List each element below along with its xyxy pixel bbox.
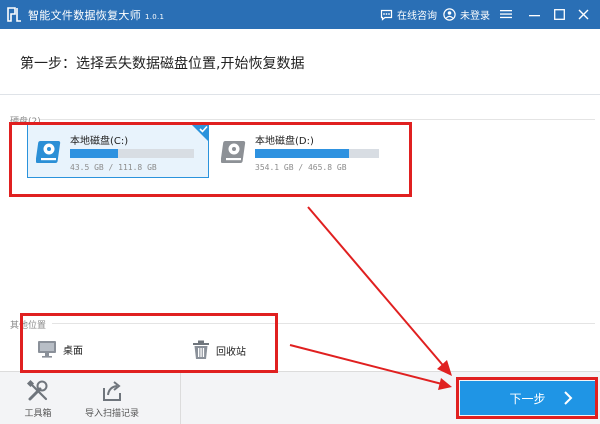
annotation-next-highlight bbox=[456, 377, 598, 419]
tools-icon bbox=[26, 379, 48, 400]
app-logo-icon bbox=[7, 7, 21, 22]
minimize-button[interactable] bbox=[526, 6, 542, 22]
user-icon bbox=[443, 8, 456, 21]
menu-button[interactable] bbox=[498, 6, 514, 22]
app-title: 智能文件数据恢复大师 1.0.1 bbox=[28, 7, 164, 23]
toolbox-button[interactable]: 工具箱 bbox=[18, 372, 58, 424]
menu-icon bbox=[500, 10, 512, 19]
app-version: 1.0.1 bbox=[145, 13, 165, 21]
user-label: 未登录 bbox=[460, 11, 490, 22]
title-bar: 智能文件数据恢复大师 1.0.1 在线咨询 未登录 bbox=[0, 0, 600, 29]
step-header: 第一步：选择丢失数据磁盘位置,开始恢复数据 bbox=[0, 29, 600, 95]
login-button[interactable]: 未登录 bbox=[443, 0, 490, 29]
import-label: 导入扫描记录 bbox=[84, 408, 139, 419]
app-name: 智能文件数据恢复大师 bbox=[28, 9, 141, 22]
maximize-icon bbox=[553, 8, 565, 20]
import-scan-record-button[interactable]: 导入扫描记录 bbox=[80, 372, 144, 424]
step-title: 第一步：选择丢失数据磁盘位置,开始恢复数据 bbox=[20, 56, 305, 72]
maximize-button[interactable] bbox=[551, 6, 567, 22]
toolbar-separator bbox=[180, 372, 181, 424]
toolbox-label: 工具箱 bbox=[24, 408, 52, 419]
annotation-arrow-1 bbox=[307, 206, 452, 376]
chat-icon bbox=[380, 9, 393, 21]
disk-section-divider bbox=[40, 119, 595, 120]
close-icon bbox=[578, 9, 588, 19]
import-icon bbox=[103, 380, 121, 401]
close-button[interactable] bbox=[575, 6, 591, 22]
annotation-locations-highlight bbox=[20, 313, 278, 373]
chat-label: 在线咨询 bbox=[397, 11, 437, 22]
annotation-disk-highlight bbox=[9, 122, 412, 197]
minimize-icon bbox=[528, 14, 540, 16]
online-chat-button[interactable]: 在线咨询 bbox=[380, 0, 437, 29]
